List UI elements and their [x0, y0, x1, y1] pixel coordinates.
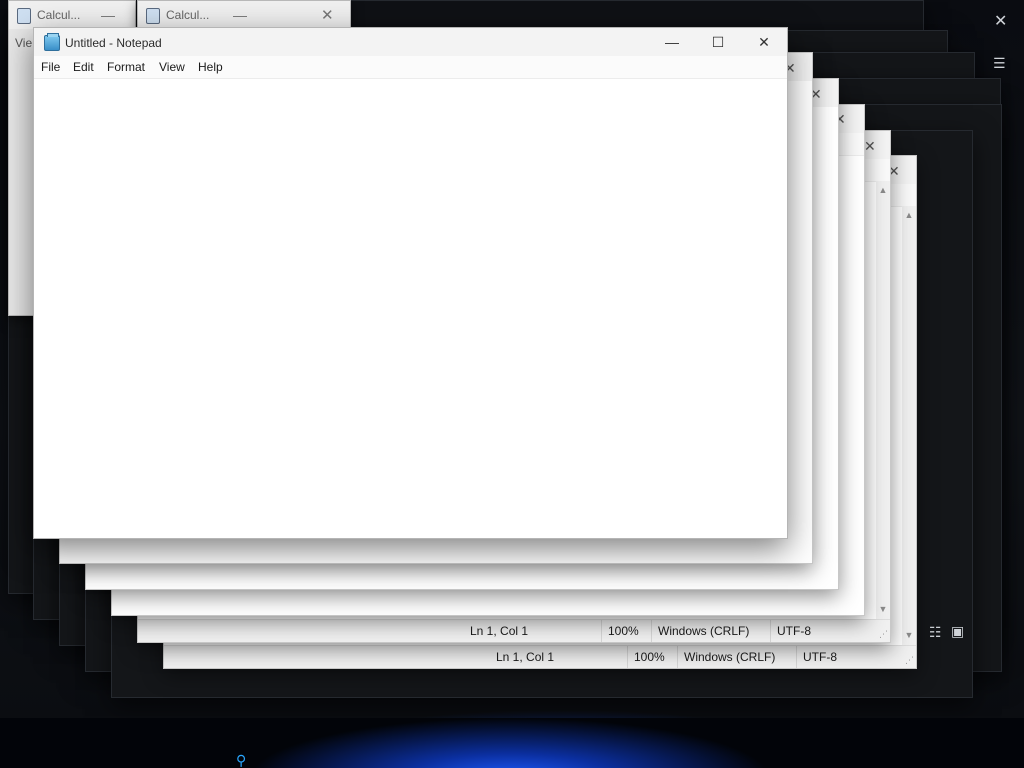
vertical-scrollbar[interactable]: ▲ ▼	[876, 181, 890, 620]
search-pin-icon[interactable]: ⚲	[236, 752, 256, 768]
status-bar: Ln 1, Col 1 100% Windows (CRLF) UTF-8 ⋰	[164, 645, 916, 668]
scroll-down-icon[interactable]: ▼	[876, 604, 890, 614]
line-endings: Windows (CRLF)	[677, 646, 775, 668]
menu-bar: File Edit Format View Help	[34, 56, 787, 79]
close-button[interactable]: ✕	[321, 6, 334, 24]
vertical-scrollbar[interactable]: ▲ ▼	[902, 206, 916, 646]
zoom-level: 100%	[627, 646, 665, 668]
line-endings: Windows (CRLF)	[651, 620, 749, 642]
menu-format[interactable]: Format	[107, 60, 145, 74]
calculator-icon	[17, 8, 31, 24]
close-icon[interactable]: ✕	[994, 14, 1007, 30]
menu-edit[interactable]: Edit	[73, 60, 94, 74]
resize-grip-icon[interactable]: ⋰	[879, 629, 888, 640]
maximize-button[interactable]: ☐	[695, 28, 741, 56]
taskbar	[0, 718, 1024, 768]
scroll-down-icon[interactable]: ▼	[902, 630, 916, 640]
cursor-position: Ln 1, Col 1	[470, 624, 529, 638]
window-title: Calcul...	[37, 8, 81, 22]
notepad-window[interactable]: Untitled - Notepad — ☐ ✕ File Edit Forma…	[33, 27, 788, 539]
title-bar: Calcul... —	[9, 1, 135, 29]
minimize-button[interactable]: —	[101, 7, 115, 23]
window-title: Untitled - Notepad	[65, 36, 162, 50]
zoom-level: 100%	[601, 620, 639, 642]
wallpaper-glow	[250, 718, 770, 768]
scroll-up-icon[interactable]: ▲	[876, 185, 890, 195]
menu-icon[interactable]: ☰	[993, 56, 1006, 70]
minimize-button[interactable]: —	[649, 28, 695, 56]
resize-grip-icon[interactable]: ⋰	[905, 655, 914, 666]
menu-file[interactable]: File	[41, 60, 60, 74]
close-button[interactable]: ✕	[864, 139, 876, 153]
encoding: UTF-8	[796, 646, 837, 668]
notepad-icon	[44, 33, 60, 51]
scroll-up-icon[interactable]: ▲	[902, 210, 916, 220]
text-editor[interactable]	[34, 79, 787, 538]
menu-view[interactable]: View	[159, 60, 185, 74]
calculator-icon	[146, 8, 160, 24]
title-bar[interactable]: Untitled - Notepad — ☐ ✕	[34, 28, 787, 56]
title-bar: Calcul... — ✕	[138, 1, 350, 29]
menu-item-view[interactable]: Vie	[15, 36, 32, 50]
desktop: ✕ ☰ ☷ ▣ Calcul... — Vie Calcul... — ✕ ✕ …	[0, 0, 1024, 768]
window-title: Calcul...	[166, 8, 210, 22]
tile-view-icon[interactable]: ▣	[951, 624, 964, 638]
menu-help[interactable]: Help	[198, 60, 223, 74]
minimize-button[interactable]: —	[233, 7, 247, 23]
status-bar: Ln 1, Col 1 100% Windows (CRLF) UTF-8 ⋰	[138, 619, 890, 642]
list-view-icon[interactable]: ☷	[929, 625, 942, 639]
close-button[interactable]: ✕	[741, 28, 787, 56]
encoding: UTF-8	[770, 620, 811, 642]
cursor-position: Ln 1, Col 1	[496, 650, 555, 664]
